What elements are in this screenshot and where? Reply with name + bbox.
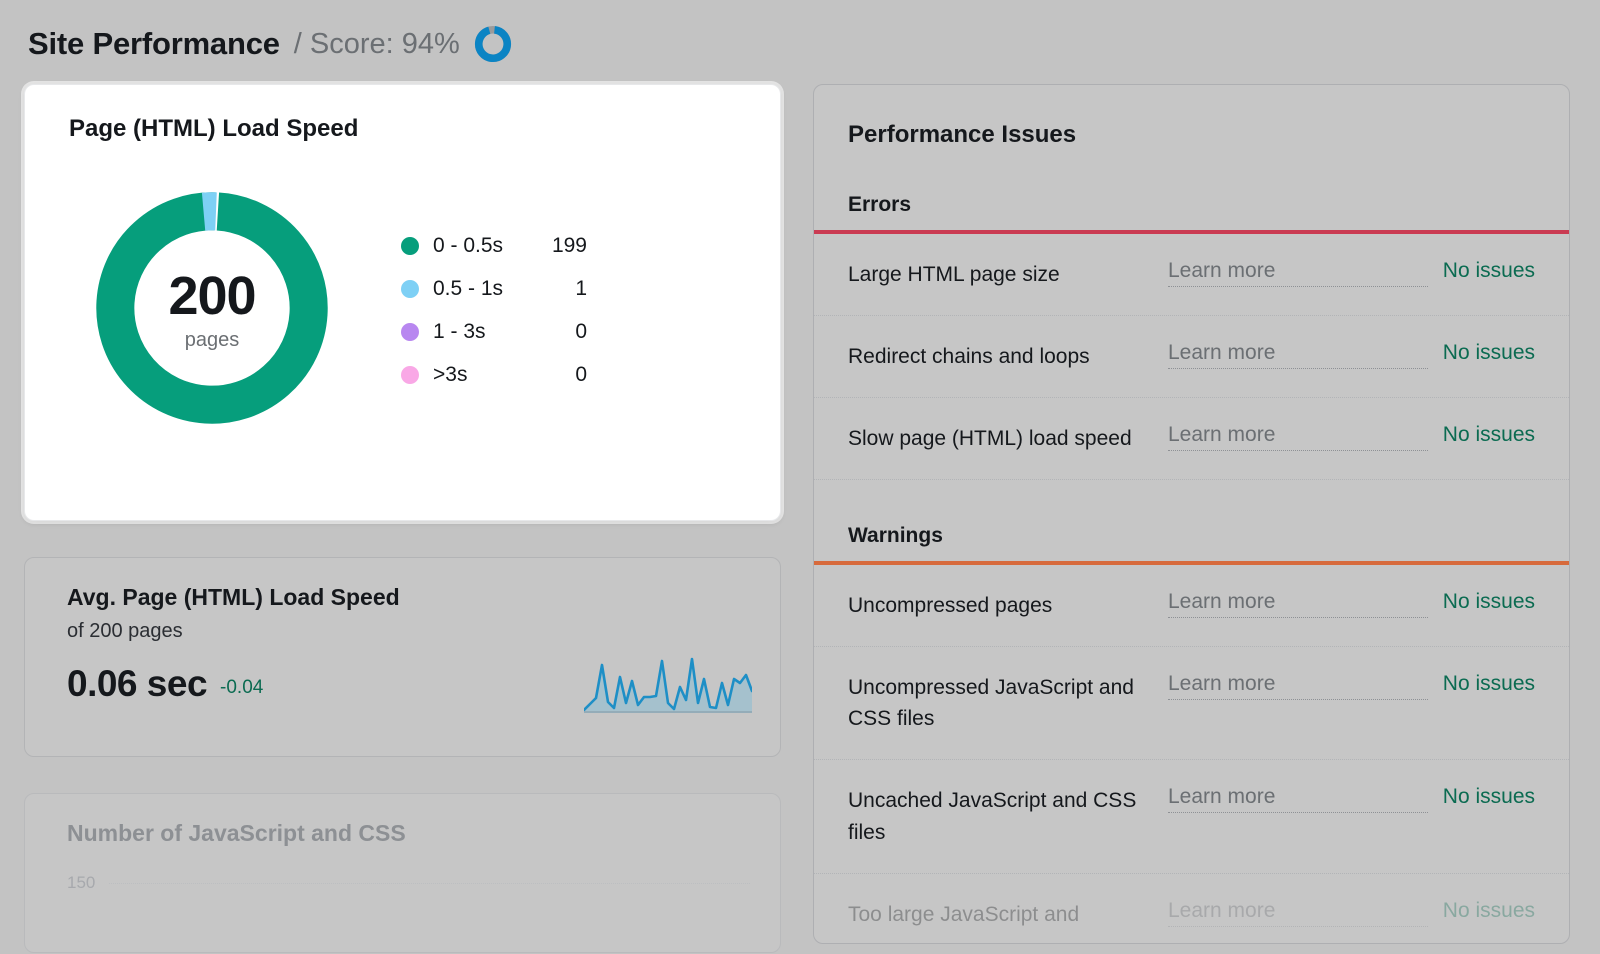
legend-label: 1 - 3s — [433, 319, 486, 343]
legend-color-swatch — [401, 365, 419, 384]
issue-name: Slow page (HTML) load speed — [848, 427, 1132, 451]
legend-value: 0 — [575, 362, 587, 386]
legend-item: 0 - 0.5s 199 — [401, 234, 587, 258]
legend-color-swatch — [401, 236, 419, 255]
donut-total-value: 200 — [168, 265, 256, 326]
page-title: Site Performance — [28, 26, 280, 61]
page-header: Site Performance / Score: 94% — [0, 0, 1600, 72]
score-label: / Score: 94% — [294, 28, 460, 61]
card-title: Avg. Page (HTML) Load Speed — [67, 584, 400, 610]
legend-item: 1 - 3s 0 — [401, 320, 587, 344]
issue-name: Large HTML page size — [848, 263, 1060, 286]
legend-item: >3s 0 — [401, 363, 587, 387]
donut-center-label: 200 pages — [81, 177, 343, 439]
learn-more-link[interactable]: Learn more — [1168, 341, 1428, 370]
status-badge: No issues — [1442, 259, 1535, 282]
status-badge: No issues — [1442, 785, 1535, 809]
gridline — [109, 882, 750, 884]
learn-more-link[interactable]: Learn more — [1168, 423, 1428, 452]
section-heading-warnings: Warnings — [848, 524, 943, 548]
table-row[interactable]: Slow page (HTML) load speed Learn more N… — [814, 398, 1569, 481]
left-column: Page (HTML) Load Speed 200 pages 0 - 0.5… — [24, 84, 781, 953]
performance-issues-panel: Performance Issues Errors Large HTML pag… — [813, 84, 1570, 944]
legend-color-swatch — [401, 322, 419, 341]
status-badge: No issues — [1442, 423, 1535, 447]
status-badge: No issues — [1442, 672, 1535, 696]
legend-label: >3s — [433, 362, 468, 386]
circular-progress-icon — [474, 25, 511, 63]
status-badge: No issues — [1442, 898, 1535, 922]
legend-value: 0 — [575, 319, 587, 343]
donut-chart: 200 pages — [81, 177, 343, 439]
axis-tick-label: 150 — [67, 873, 96, 892]
avg-load-speed-card: Avg. Page (HTML) Load Speed of 200 pages… — [24, 557, 781, 757]
legend-value: 199 — [551, 233, 587, 257]
table-row[interactable]: Large HTML page size Learn more No issue… — [814, 234, 1569, 317]
learn-more-link[interactable]: Learn more — [1168, 672, 1428, 701]
metric-value: 0.06 sec — [67, 663, 208, 704]
chart-axis-row: 150 — [67, 873, 750, 893]
issue-name: Uncompressed JavaScript and CSS files — [848, 676, 1134, 731]
issue-name: Redirect chains and loops — [848, 345, 1090, 369]
issue-name: Uncached JavaScript and CSS files — [848, 789, 1137, 844]
legend-color-swatch — [401, 279, 419, 298]
table-row[interactable]: Uncompressed JavaScript and CSS files Le… — [814, 647, 1569, 761]
right-column: Performance Issues Errors Large HTML pag… — [813, 84, 1570, 944]
page-load-speed-card: Page (HTML) Load Speed 200 pages 0 - 0.5… — [24, 84, 781, 521]
sparkline-line — [584, 657, 752, 712]
learn-more-link[interactable]: Learn more — [1168, 590, 1428, 619]
main-content: Page (HTML) Load Speed 200 pages 0 - 0.5… — [0, 72, 1600, 953]
card-title: Number of JavaScript and CSS — [67, 820, 406, 846]
status-badge: No issues — [1442, 341, 1535, 365]
learn-more-link[interactable]: Learn more — [1168, 899, 1428, 927]
title-separator: / — [293, 27, 302, 60]
table-row[interactable]: Too large JavaScript and Learn more No i… — [814, 874, 1569, 943]
legend-value: 1 — [575, 276, 587, 300]
metric-delta: -0.04 — [220, 677, 264, 698]
status-badge: No issues — [1442, 590, 1535, 614]
issue-name: Too large JavaScript and — [848, 902, 1080, 926]
legend-label: 0.5 - 1s — [433, 276, 504, 300]
card-subtitle: of 200 pages — [67, 620, 183, 642]
donut-total-unit: pages — [184, 328, 240, 351]
issue-name: Uncompressed pages — [848, 594, 1053, 618]
legend-item: 0.5 - 1s 1 — [401, 277, 587, 301]
sparkline-chart — [584, 657, 752, 713]
table-row[interactable]: Redirect chains and loops Learn more No … — [814, 316, 1569, 399]
card-title: Page (HTML) Load Speed — [69, 115, 359, 142]
learn-more-link[interactable]: Learn more — [1168, 785, 1428, 814]
learn-more-link[interactable]: Learn more — [1168, 259, 1428, 287]
js-css-count-card: Number of JavaScript and CSS 150 — [24, 793, 781, 953]
donut-chart-row: 200 pages 0 - 0.5s 199 0.5 - 1s 1 1 - 3s… — [69, 177, 740, 439]
legend-label: 0 - 0.5s — [433, 233, 504, 257]
score-value-text: Score: 94% — [309, 27, 460, 60]
donut-legend: 0 - 0.5s 199 0.5 - 1s 1 1 - 3s 0 >3s 0 — [401, 230, 587, 387]
section-heading-errors: Errors — [848, 193, 912, 216]
panel-title: Performance Issues — [848, 121, 1077, 148]
table-row[interactable]: Uncompressed pages Learn more No issues — [814, 565, 1569, 648]
table-row[interactable]: Uncached JavaScript and CSS files Learn … — [814, 760, 1569, 874]
